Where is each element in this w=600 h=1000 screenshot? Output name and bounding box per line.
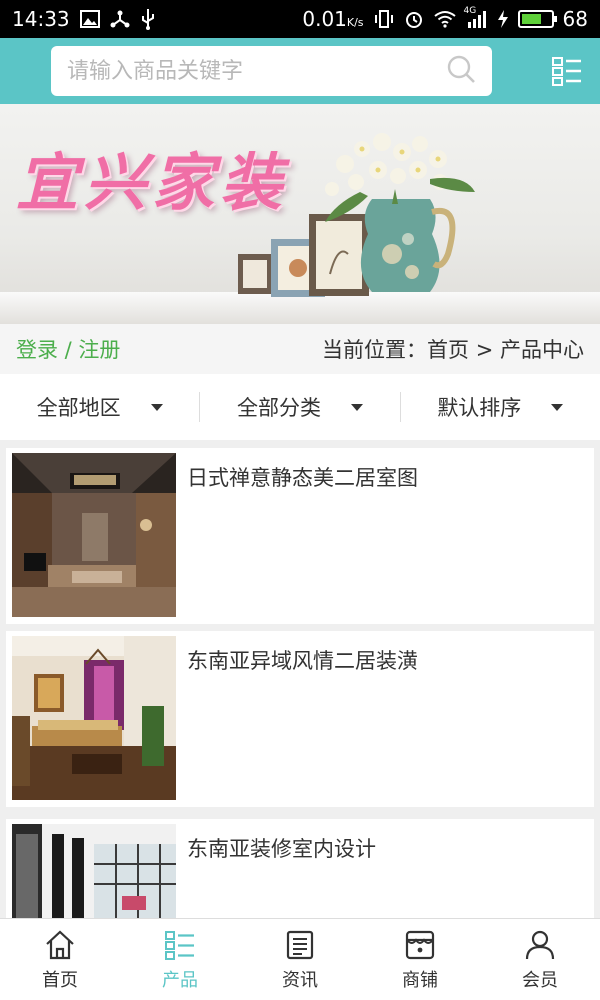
banner[interactable]: 宜兴家装 bbox=[0, 104, 600, 324]
product-image[interactable] bbox=[12, 636, 176, 800]
nav-products[interactable]: 产品 bbox=[120, 919, 240, 1000]
banner-decor-illustration bbox=[238, 133, 475, 297]
filter-sort[interactable]: 默认排序 bbox=[399, 392, 600, 422]
product-name[interactable]: 日式禅意静态美二居室图 bbox=[187, 462, 418, 492]
alarm-icon bbox=[404, 9, 424, 29]
top-header bbox=[0, 38, 600, 104]
nav-home-label: 首页 bbox=[42, 969, 78, 991]
product-item[interactable]: 日式禅意静态美二居室图 bbox=[6, 448, 594, 624]
login-register-link[interactable]: 登录 / 注册 bbox=[16, 334, 120, 364]
breadcrumb: 当前位置：首页 > 产品中心 bbox=[322, 338, 584, 362]
nav-products-label: 产品 bbox=[162, 969, 198, 991]
search-icon[interactable] bbox=[446, 54, 476, 88]
nav-news-label: 资讯 bbox=[282, 969, 318, 991]
net-speed: 0.01 bbox=[302, 7, 347, 31]
vibrate-icon bbox=[373, 9, 395, 29]
caret-down-icon bbox=[551, 403, 564, 411]
list-menu-icon[interactable] bbox=[552, 56, 582, 86]
store-icon bbox=[403, 928, 437, 962]
bottom-nav: 首页 产品 资讯 商铺 会员 bbox=[0, 918, 600, 1000]
product-name[interactable]: 东南亚装修室内设计 bbox=[187, 833, 376, 863]
signal-type-label: 4G bbox=[463, 6, 477, 16]
caret-down-icon bbox=[350, 403, 363, 411]
net-speed-unit: K/s bbox=[346, 16, 364, 29]
user-icon bbox=[523, 928, 557, 962]
filter-category-label: 全部分类 bbox=[236, 396, 321, 420]
nav-stores-label: 商铺 bbox=[402, 969, 438, 991]
usb-icon bbox=[140, 8, 156, 30]
nav-member-label: 会员 bbox=[522, 969, 558, 991]
status-bar: 14:33 0.01K/s 4G 68 bbox=[0, 0, 600, 38]
product-item[interactable]: 东南亚装修室内设计 bbox=[6, 819, 594, 918]
clock: 14:33 bbox=[12, 7, 70, 31]
filter-region[interactable]: 全部地区 bbox=[0, 392, 199, 422]
battery-fill bbox=[521, 14, 541, 24]
product-list-icon bbox=[163, 928, 197, 962]
news-icon bbox=[283, 928, 317, 962]
nav-news[interactable]: 资讯 bbox=[240, 919, 360, 1000]
nav-stores[interactable]: 商铺 bbox=[360, 919, 480, 1000]
cell-signal-icon: 4G bbox=[464, 6, 488, 28]
product-item[interactable]: 东南亚异域风情二居装潢 bbox=[6, 631, 594, 807]
battery-percent: 68 bbox=[562, 7, 588, 31]
gallery-icon bbox=[79, 10, 100, 28]
product-image[interactable] bbox=[12, 453, 176, 617]
product-list: 日式禅意静态美二居室图 东南亚异域风情二居装潢 东南亚装修室内设计 bbox=[0, 440, 600, 918]
charging-icon bbox=[497, 9, 509, 29]
nav-member[interactable]: 会员 bbox=[480, 919, 600, 1000]
caret-down-icon bbox=[150, 403, 163, 411]
home-icon bbox=[43, 928, 77, 962]
filter-sort-label: 默认排序 bbox=[437, 396, 522, 420]
nav-home[interactable]: 首页 bbox=[0, 919, 120, 1000]
share-icon bbox=[110, 9, 130, 29]
search-input[interactable] bbox=[67, 58, 446, 84]
location-bar: 登录 / 注册 当前位置：首页 > 产品中心 bbox=[0, 324, 600, 374]
filter-bar: 全部地区 全部分类 默认排序 bbox=[0, 374, 600, 440]
battery-icon bbox=[517, 10, 557, 28]
product-image[interactable] bbox=[12, 824, 176, 918]
wifi-icon bbox=[433, 10, 457, 28]
filter-category[interactable]: 全部分类 bbox=[199, 392, 399, 422]
filter-region-label: 全部地区 bbox=[36, 396, 121, 420]
product-name[interactable]: 东南亚异域风情二居装潢 bbox=[187, 645, 418, 675]
search-box[interactable] bbox=[51, 46, 492, 96]
